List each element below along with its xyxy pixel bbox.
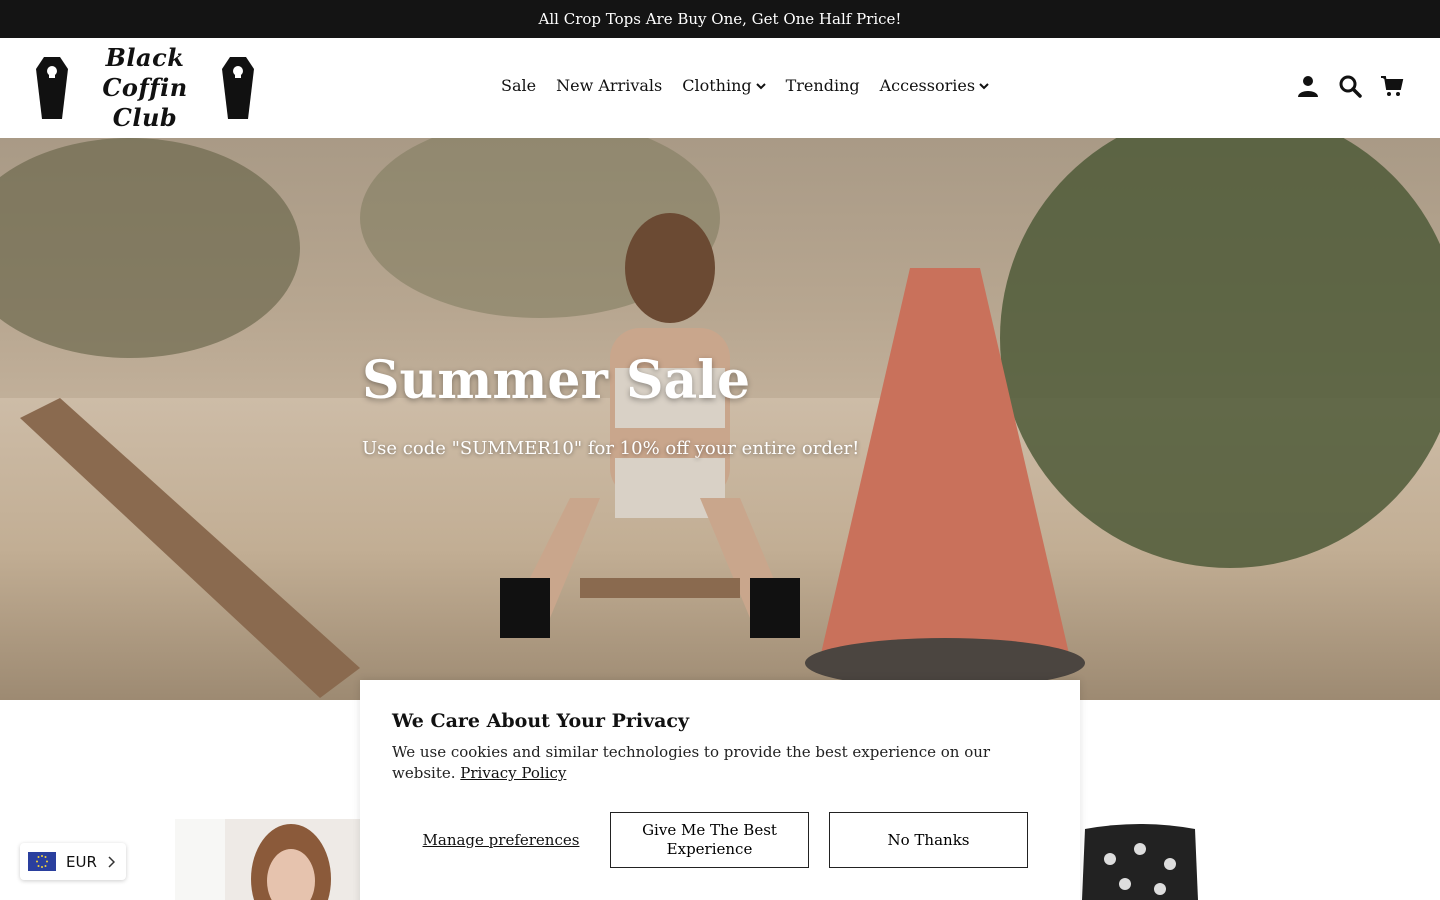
search-icon[interactable] — [1338, 74, 1362, 98]
header-icons — [1296, 74, 1404, 98]
cookie-banner: We Care About Your Privacy We use cookie… — [360, 680, 1080, 900]
chevron-down-icon — [979, 82, 989, 89]
cart-icon[interactable] — [1380, 74, 1404, 98]
chevron-down-icon — [755, 82, 766, 89]
announcement-bar: All Crop Tops Are Buy One, Get One Half … — [0, 0, 1440, 38]
currency-selector[interactable]: EUR — [20, 843, 126, 880]
nav-item-label: New Arrivals — [556, 76, 663, 95]
chevron-right-icon — [108, 855, 115, 868]
product-image — [1080, 819, 1200, 900]
logo-text: Black Coffin Club — [70, 43, 220, 133]
cookie-actions: Manage preferences Give Me The Best Expe… — [392, 812, 1048, 868]
nav-item-accessories[interactable]: Accessories — [880, 76, 989, 95]
nav-item-label: Clothing — [682, 76, 752, 95]
privacy-policy-link[interactable]: Privacy Policy — [460, 764, 566, 782]
hero-chair — [20, 398, 360, 698]
accept-cookies-button[interactable]: Give Me The Best Experience — [610, 812, 809, 868]
hero-bush — [0, 138, 300, 358]
hero-subtitle: Use code "SUMMER10" for 10% off your ent… — [362, 438, 860, 459]
nav-item-sale[interactable]: Sale — [501, 76, 536, 95]
hero-chiminea — [805, 268, 1085, 688]
nav-item-clothing[interactable]: Clothing — [682, 76, 766, 95]
manage-preferences-link[interactable]: Manage preferences — [392, 831, 610, 849]
cookie-body: We use cookies and similar technologies … — [392, 742, 1048, 784]
coffin-right-icon — [222, 57, 254, 119]
main-nav: Sale New Arrivals Clothing Trending Acce… — [501, 76, 989, 95]
nav-item-trending[interactable]: Trending — [786, 76, 860, 95]
coffin-left-icon — [36, 57, 68, 119]
nav-item-label: Trending — [785, 76, 860, 95]
nav-item-label: Sale — [501, 76, 537, 95]
currency-code: EUR — [66, 852, 97, 871]
hero-model — [500, 213, 800, 638]
logo[interactable]: Black Coffin Club — [34, 43, 258, 132]
nav-item-new-arrivals[interactable]: New Arrivals — [556, 76, 662, 95]
decline-cookies-button[interactable]: No Thanks — [829, 812, 1028, 868]
site-header: Black Coffin Club Sale New Arrivals Clot… — [0, 38, 1440, 138]
product-image — [175, 819, 360, 900]
product-thumbnail[interactable] — [1080, 819, 1200, 900]
nav-item-label: Accessories — [879, 76, 976, 95]
hero-banner[interactable]: Summer Sale Use code "SUMMER10" for 10% … — [0, 138, 1440, 700]
logo-line-1: Black Coffin — [102, 43, 188, 102]
hero-title: Summer Sale — [362, 350, 751, 411]
product-thumbnail[interactable] — [175, 819, 360, 900]
logo-line-2: Club — [112, 103, 178, 132]
account-icon[interactable] — [1296, 74, 1320, 98]
eu-flag-icon — [28, 852, 56, 871]
cookie-title: We Care About Your Privacy — [392, 710, 690, 732]
announcement-text: All Crop Tops Are Buy One, Get One Half … — [538, 10, 902, 28]
